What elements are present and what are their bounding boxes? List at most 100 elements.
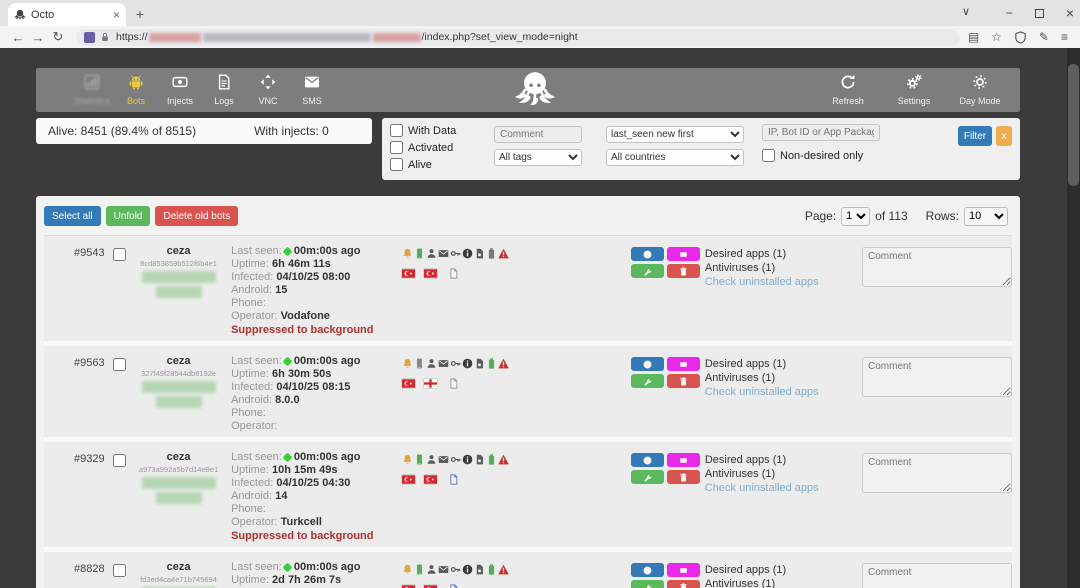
nav-refresh[interactable]: Refresh <box>822 74 874 106</box>
bot-comment-textarea[interactable] <box>862 563 1012 588</box>
bot-apps-button[interactable] <box>667 357 700 371</box>
bot-commands-button[interactable] <box>631 470 664 484</box>
browser-tab[interactable]: Octo × <box>8 3 126 26</box>
back-button[interactable]: ← <box>8 30 28 45</box>
warn-icon[interactable] <box>498 248 509 259</box>
phone-icon[interactable] <box>414 454 425 465</box>
sim-icon[interactable] <box>474 358 485 369</box>
info-icon[interactable] <box>462 564 473 575</box>
phone-icon[interactable] <box>414 248 425 259</box>
bookmark-star-icon[interactable]: ☆ <box>991 30 1002 44</box>
sim-icon[interactable] <box>474 564 485 575</box>
bot-comment-textarea[interactable] <box>862 453 1012 493</box>
battery-icon[interactable] <box>486 564 497 575</box>
scrollbar-thumb[interactable] <box>1068 64 1079 186</box>
new-tab-button[interactable]: + <box>131 5 149 23</box>
mail-icon[interactable] <box>438 248 449 259</box>
person-icon[interactable] <box>426 454 437 465</box>
bot-delete-button[interactable] <box>667 374 700 388</box>
bot-info-button[interactable] <box>631 247 664 261</box>
bot-commands-button[interactable] <box>631 374 664 388</box>
edit-pen-icon[interactable]: ✎ <box>1039 30 1049 44</box>
warn-icon[interactable] <box>498 564 509 575</box>
countries-select[interactable]: All countries <box>606 149 744 166</box>
filter-activated[interactable]: Activated <box>390 141 482 154</box>
battery-icon[interactable] <box>486 248 497 259</box>
nav-bots[interactable]: Bots <box>114 74 158 106</box>
check-uninstalled-apps-link[interactable]: Check uninstalled apps <box>705 275 852 289</box>
nav-day-mode[interactable]: Day Mode <box>954 74 1006 106</box>
info-icon[interactable] <box>462 248 473 259</box>
info-icon[interactable] <box>462 358 473 369</box>
check-uninstalled-apps-link[interactable]: Check uninstalled apps <box>705 385 852 399</box>
battery-icon[interactable] <box>486 454 497 465</box>
non-desired-checkbox[interactable] <box>762 149 775 162</box>
person-icon[interactable] <box>426 564 437 575</box>
document-icon[interactable] <box>448 584 459 588</box>
extension-badge-icon[interactable] <box>84 32 95 43</box>
bell-icon[interactable] <box>402 454 413 465</box>
with-data-checkbox[interactable] <box>390 124 403 137</box>
bot-apps-button[interactable] <box>667 247 700 261</box>
person-icon[interactable] <box>426 358 437 369</box>
bell-icon[interactable] <box>402 358 413 369</box>
nav-sms[interactable]: SMS <box>290 74 334 106</box>
bot-comment-textarea[interactable] <box>862 247 1012 287</box>
mail-icon[interactable] <box>438 564 449 575</box>
mail-icon[interactable] <box>438 454 449 465</box>
tab-close-icon[interactable]: × <box>113 8 120 22</box>
bot-select-checkbox[interactable] <box>113 248 126 261</box>
bot-select-checkbox[interactable] <box>113 564 126 577</box>
key-icon[interactable] <box>450 358 461 369</box>
document-icon[interactable] <box>448 268 459 279</box>
activated-checkbox[interactable] <box>390 141 403 154</box>
close-window-button[interactable]: × <box>1066 0 1074 26</box>
bot-apps-button[interactable] <box>667 453 700 467</box>
mail-icon[interactable] <box>438 358 449 369</box>
bot-commands-button[interactable] <box>631 580 664 588</box>
forward-button[interactable]: → <box>28 30 48 45</box>
bot-select-checkbox[interactable] <box>113 454 126 467</box>
filter-button[interactable]: Filter <box>958 126 992 146</box>
bot-delete-button[interactable] <box>667 470 700 484</box>
search-input[interactable] <box>762 124 880 141</box>
unfold-button[interactable]: Unfold <box>106 206 151 226</box>
tab-search-chevron-icon[interactable]: ∨ <box>962 0 970 26</box>
filter-with-data[interactable]: With Data <box>390 124 482 137</box>
shield-icon[interactable] <box>1014 31 1027 44</box>
document-icon[interactable] <box>448 378 459 389</box>
comment-filter-input[interactable] <box>494 126 582 143</box>
tags-select[interactable]: All tags <box>494 149 582 166</box>
filter-alive[interactable]: Alive <box>390 158 482 171</box>
page-select[interactable]: 1 <box>841 207 870 226</box>
bot-comment-textarea[interactable] <box>862 357 1012 397</box>
key-icon[interactable] <box>450 454 461 465</box>
reading-list-icon[interactable]: ▤ <box>968 30 979 44</box>
bot-info-button[interactable] <box>631 563 664 577</box>
sim-icon[interactable] <box>474 454 485 465</box>
url-bar[interactable]: https:// /index.php?set_view_mode=night <box>76 29 960 46</box>
page-scrollbar[interactable] <box>1067 48 1080 588</box>
phone-icon[interactable] <box>414 358 425 369</box>
minimize-button[interactable]: − <box>1006 0 1013 26</box>
sort-select[interactable]: last_seen new first <box>606 126 744 143</box>
key-icon[interactable] <box>450 248 461 259</box>
bot-delete-button[interactable] <box>667 264 700 278</box>
bot-apps-button[interactable] <box>667 563 700 577</box>
nav-injects[interactable]: Injects <box>158 74 202 106</box>
bot-info-button[interactable] <box>631 453 664 467</box>
bell-icon[interactable] <box>402 248 413 259</box>
nav-logs[interactable]: Logs <box>202 74 246 106</box>
select-all-button[interactable]: Select all <box>44 206 101 226</box>
sim-icon[interactable] <box>474 248 485 259</box>
reset-filter-button[interactable]: x <box>996 126 1012 146</box>
check-uninstalled-apps-link[interactable]: Check uninstalled apps <box>705 481 852 495</box>
warn-icon[interactable] <box>498 454 509 465</box>
filter-non-desired[interactable]: Non-desired only <box>762 149 880 162</box>
delete-old-bots-button[interactable]: Delete old bots <box>155 206 238 226</box>
nav-vnc[interactable]: VNC <box>246 74 290 106</box>
bot-info-button[interactable] <box>631 357 664 371</box>
person-icon[interactable] <box>426 248 437 259</box>
menu-icon[interactable]: ≡ <box>1061 30 1068 44</box>
phone-icon[interactable] <box>414 564 425 575</box>
